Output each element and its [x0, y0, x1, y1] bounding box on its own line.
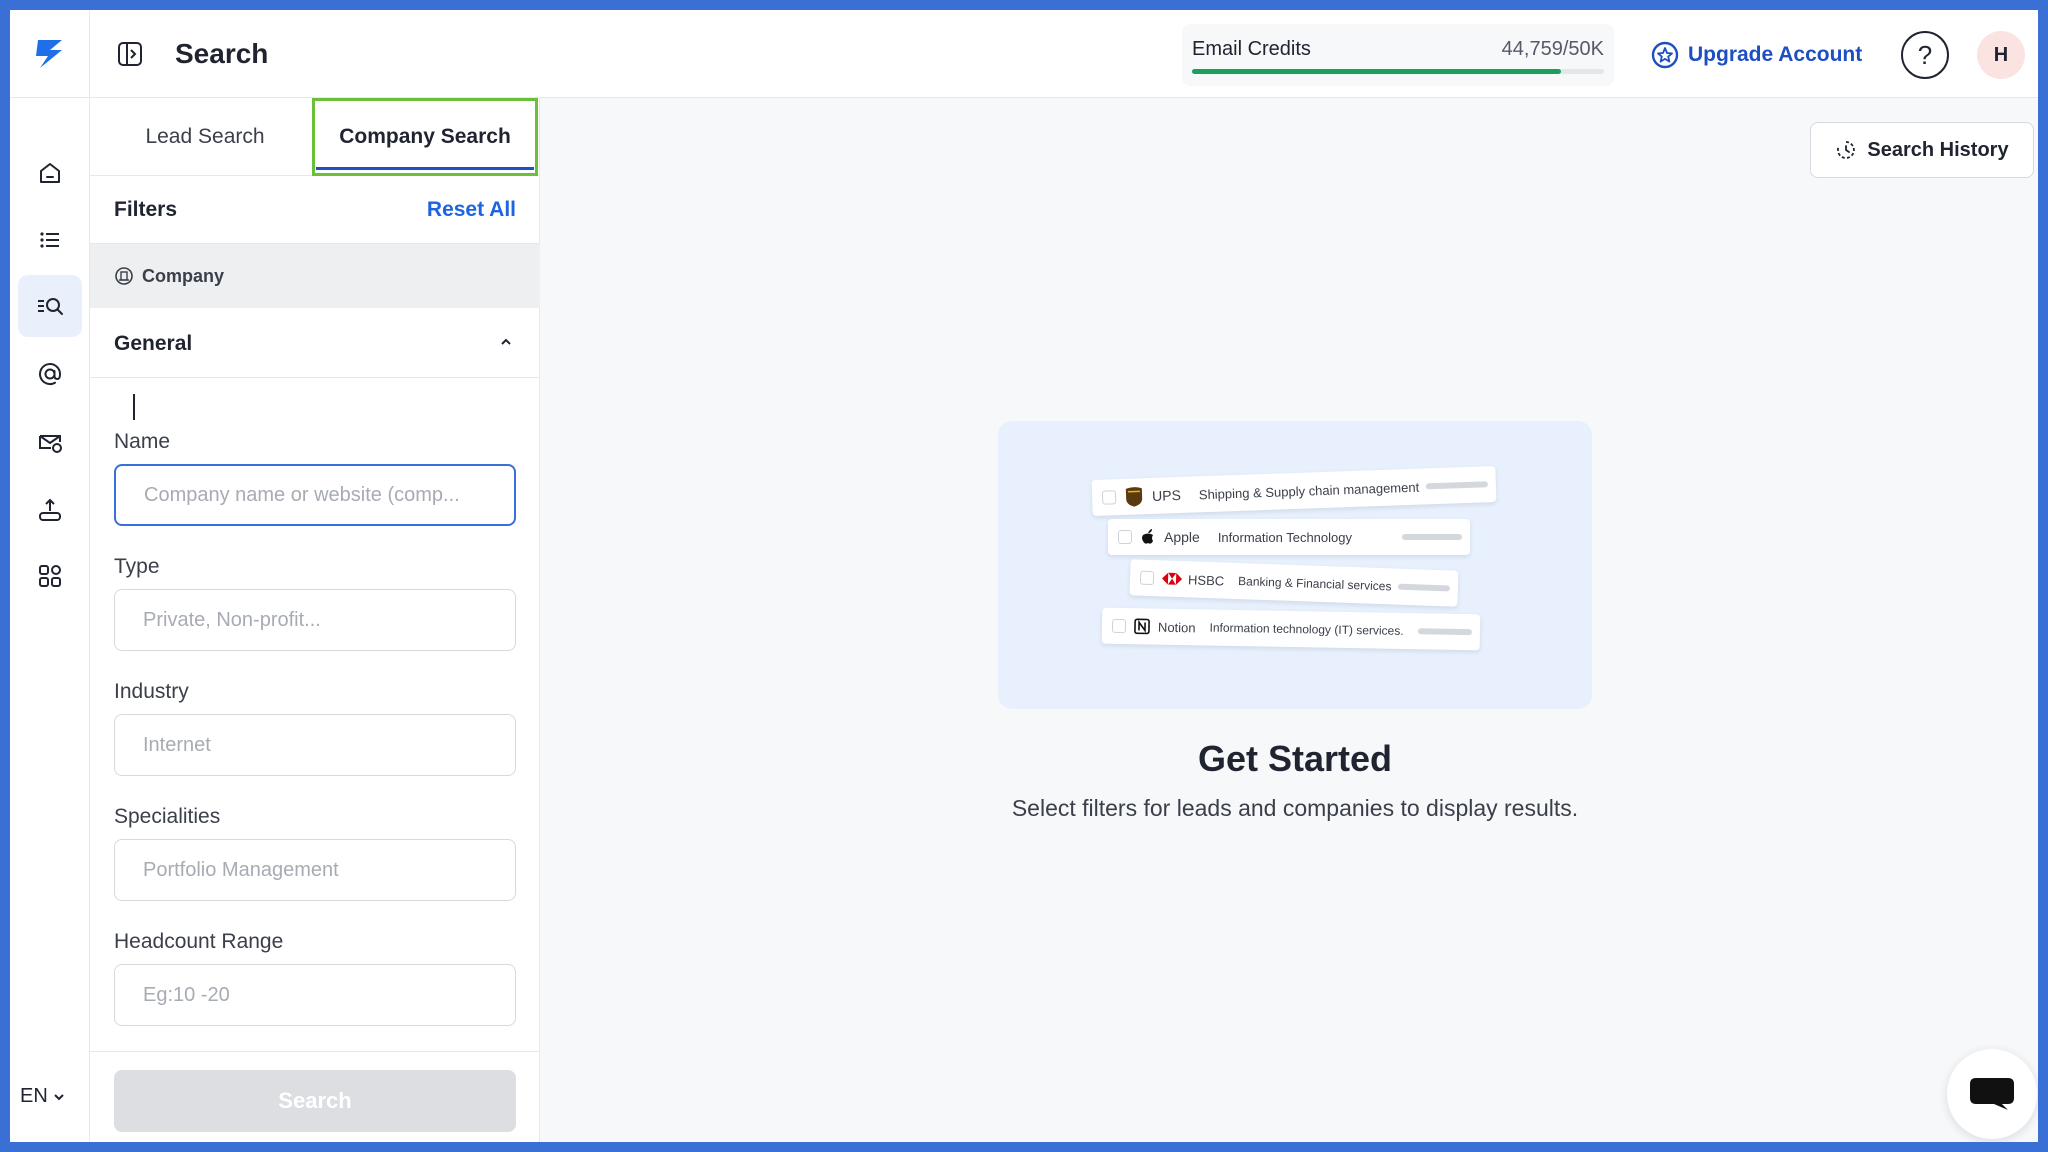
- industry-input[interactable]: [114, 714, 516, 776]
- type-field-label: Type: [114, 555, 160, 578]
- general-accordion-header[interactable]: General: [90, 308, 540, 378]
- language-selector[interactable]: EN: [20, 1085, 66, 1108]
- building-icon: [115, 267, 133, 285]
- sidebar-item-upload[interactable]: [18, 479, 82, 541]
- get-started-heading: Get Started: [1197, 738, 1393, 779]
- tab-lead-search[interactable]: Lead Search: [120, 98, 290, 176]
- search-history-label: Search History: [1867, 138, 2009, 161]
- name-field-label: Name: [114, 430, 171, 453]
- industry-field-label: Industry: [114, 680, 189, 703]
- chat-launcher-button[interactable]: [1947, 1049, 2037, 1139]
- sidebar-item-home[interactable]: [18, 142, 82, 204]
- integrations-icon: [39, 565, 61, 587]
- illustration-bar: [1402, 534, 1462, 540]
- sidebar-item-integrations[interactable]: [18, 545, 82, 607]
- reset-all-button[interactable]: Reset All: [427, 198, 516, 222]
- chevron-up-icon: [501, 338, 511, 345]
- sidebar-item-lists[interactable]: [18, 209, 82, 271]
- get-started-subtitle: Select filters for leads and companies t…: [1011, 795, 1579, 821]
- user-avatar[interactable]: H: [1977, 31, 2025, 79]
- sidebar-item-email-finder[interactable]: [18, 343, 82, 405]
- chevron-down-icon: [54, 1093, 64, 1100]
- star-badge-icon: [1651, 41, 1679, 69]
- email-credits-widget: Email Credits 44,759/50K: [1182, 24, 1614, 86]
- upgrade-account-label: Upgrade Account: [1688, 43, 1863, 66]
- language-label: EN: [20, 1085, 48, 1107]
- top-bar: Search Email Credits 44,759/50K Upgrade …: [10, 10, 2038, 98]
- illustration-company: Notion: [1157, 619, 1196, 635]
- illustration-industry: Banking & Financial services: [1237, 574, 1392, 594]
- history-icon: [1837, 141, 1856, 159]
- search-history-button[interactable]: Search History: [1810, 122, 2034, 178]
- illustration-bar: [1417, 628, 1473, 636]
- filters-title: Filters: [114, 198, 178, 221]
- sidebar-toggle-button[interactable]: [110, 34, 150, 74]
- results-area: Search History UPS Shipping & Supply cha…: [540, 98, 2038, 1142]
- help-icon: ?: [1917, 39, 1933, 70]
- chat-bubble-icon: [1970, 1078, 2014, 1110]
- email-credits-progress: [1192, 69, 1604, 74]
- illustration-industry: Information Technology: [1217, 529, 1352, 545]
- email-credits-value: 44,759/50K: [1501, 38, 1604, 60]
- text-caret: [133, 394, 135, 420]
- illustration-row: UPS Shipping & Supply chain management: [1091, 465, 1497, 517]
- search-list-icon: [38, 298, 63, 315]
- checkbox-icon: [1139, 570, 1155, 586]
- mail-settings-icon: [39, 435, 62, 453]
- illustration-industry: Shipping & Supply chain management: [1198, 479, 1420, 502]
- filters-panel: Lead Search Company Search Filters Reset…: [90, 98, 540, 1142]
- apple-logo-icon: [1142, 529, 1153, 544]
- sidebar-nav: EN: [10, 98, 90, 1142]
- specialities-input[interactable]: [114, 839, 516, 901]
- illustration-row: Apple Information Technology: [1108, 519, 1470, 555]
- tab-company-search[interactable]: Company Search: [312, 98, 538, 176]
- hsbc-logo-icon: [1162, 572, 1183, 585]
- notion-logo-icon: [1134, 618, 1150, 635]
- illustration-row: Notion Information technology (IT) servi…: [1101, 607, 1481, 651]
- general-title: General: [114, 332, 193, 355]
- specialities-field-label: Specialities: [114, 805, 221, 828]
- company-type-input[interactable]: [114, 589, 516, 651]
- company-section-header: Company: [90, 244, 540, 308]
- email-credits-progress-fill: [1192, 69, 1561, 74]
- company-section-label: Company: [142, 265, 225, 286]
- help-button[interactable]: ?: [1901, 31, 1949, 79]
- search-footer: Search: [90, 1051, 540, 1142]
- list-icon: [40, 232, 59, 248]
- illustration-company: HSBC: [1187, 571, 1225, 589]
- page-title: Search: [175, 38, 269, 69]
- app-logo[interactable]: [10, 10, 90, 98]
- ups-logo-icon: [1125, 487, 1143, 507]
- search-tabs: Lead Search Company Search: [90, 98, 540, 176]
- email-credits-label: Email Credits: [1192, 38, 1311, 60]
- illustration-company: Apple: [1164, 529, 1200, 545]
- upgrade-account-button[interactable]: Upgrade Account: [1650, 40, 1862, 70]
- panel-toggle-icon: [118, 42, 142, 66]
- search-button[interactable]: Search: [114, 1070, 516, 1132]
- sidebar-item-email-settings[interactable]: [18, 411, 82, 473]
- logo-icon: [35, 40, 62, 68]
- get-started-illustration: UPS Shipping & Supply chain management A…: [998, 421, 1592, 709]
- filters-header: Filters Reset All: [90, 176, 540, 244]
- checkbox-icon: [1111, 618, 1127, 634]
- illustration-row: HSBC Banking & Financial services: [1129, 559, 1459, 607]
- headcount-field-label: Headcount Range: [114, 930, 284, 953]
- home-icon: [40, 163, 60, 183]
- illustration-bar: [1397, 583, 1451, 592]
- checkbox-icon: [1118, 530, 1132, 544]
- sidebar-item-search[interactable]: [18, 275, 82, 337]
- avatar-initial: H: [1993, 43, 2009, 66]
- app-window: Search Email Credits 44,759/50K Upgrade …: [10, 10, 2038, 1142]
- illustration-bar: [1425, 481, 1488, 490]
- illustration-company: UPS: [1151, 486, 1182, 504]
- at-sign-icon: [39, 363, 62, 386]
- company-name-input[interactable]: [114, 464, 516, 526]
- headcount-range-input[interactable]: [114, 964, 516, 1026]
- illustration-industry: Information technology (IT) services.: [1209, 620, 1404, 638]
- upload-icon: [39, 498, 61, 521]
- checkbox-icon: [1101, 490, 1117, 505]
